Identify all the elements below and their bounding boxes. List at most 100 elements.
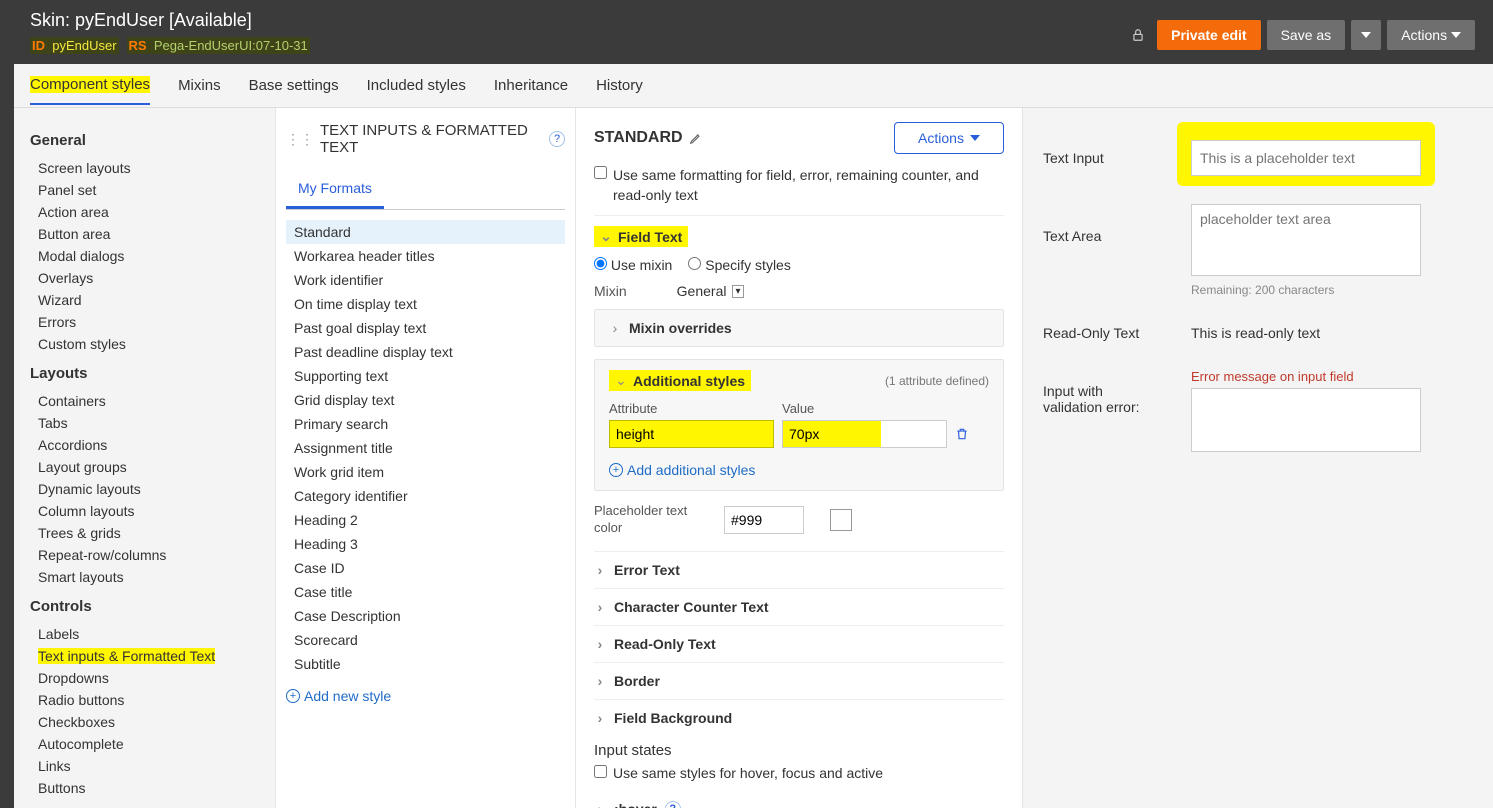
sidebar-item[interactable]: Accordions [38, 434, 267, 456]
acc-readonly[interactable]: ›Read-Only Text [594, 625, 1004, 662]
drag-icon: ⋮⋮ [286, 131, 314, 148]
sidebar-item[interactable]: Errors [38, 311, 267, 333]
radio-specify-styles[interactable]: Specify styles [688, 257, 790, 273]
sidebar-item[interactable]: Containers [38, 390, 267, 412]
save-as-button[interactable]: Save as [1267, 20, 1346, 50]
lock-icon[interactable] [1125, 22, 1151, 48]
add-additional-styles[interactable]: +Add additional styles [609, 462, 755, 478]
tab-inheritance[interactable]: Inheritance [494, 67, 568, 104]
preview-label-readonly: Read-Only Text [1043, 325, 1163, 341]
format-item[interactable]: Workarea header titles [286, 244, 565, 268]
sidebar-item-selected[interactable]: Text inputs & Formatted Text [38, 645, 267, 667]
acc-field-bg[interactable]: ›Field Background [594, 699, 1004, 736]
tab-history[interactable]: History [596, 67, 643, 104]
sidebar-item[interactable]: Modal dialogs [38, 245, 267, 267]
radio-use-mixin[interactable]: Use mixin [594, 257, 672, 273]
acc-char-counter[interactable]: ›Character Counter Text [594, 588, 1004, 625]
sidebar-item[interactable]: Wizard [38, 289, 267, 311]
sidebar-item[interactable]: Layout groups [38, 456, 267, 478]
tab-base-settings[interactable]: Base settings [249, 67, 339, 104]
format-item[interactable]: Scorecard [286, 628, 565, 652]
format-item[interactable]: Primary search [286, 412, 565, 436]
tab-included-styles[interactable]: Included styles [367, 67, 466, 104]
placeholder-color-input[interactable] [724, 506, 804, 534]
format-item[interactable]: On time display text [286, 292, 565, 316]
sidebar-item[interactable]: Column layouts [38, 500, 267, 522]
page-title: Skin: pyEndUser [Available] [30, 10, 310, 31]
format-item[interactable]: Past goal display text [286, 316, 565, 340]
private-edit-button[interactable]: Private edit [1157, 20, 1260, 50]
chevron-down-icon: ⌄ [615, 372, 627, 389]
id-value: pyEndUser [52, 38, 116, 53]
subtab-myformats[interactable]: My Formats [286, 170, 384, 209]
trash-icon[interactable] [955, 426, 969, 442]
acc-hover[interactable]: ›:hover ? [594, 791, 1004, 808]
preview-text-input[interactable] [1191, 140, 1421, 176]
format-item[interactable]: Standard [286, 220, 565, 244]
format-item[interactable]: Heading 3 [286, 532, 565, 556]
sidebar-item[interactable]: Smart layouts [38, 566, 267, 588]
sidebar-item[interactable]: Radio buttons [38, 689, 267, 711]
format-item[interactable]: Subtitle [286, 652, 565, 676]
sidebar-item[interactable]: Dynamic layouts [38, 478, 267, 500]
sidebar-item[interactable]: Panel set [38, 179, 267, 201]
sidebar-item[interactable]: Screen layouts [38, 157, 267, 179]
sidebar-item[interactable]: Dropdowns [38, 667, 267, 689]
actions-button[interactable]: Actions [1387, 20, 1475, 50]
format-list: Standard Workarea header titles Work ide… [286, 220, 565, 676]
sidebar-item[interactable]: Tabs [38, 412, 267, 434]
sidebar-item[interactable]: Labels [38, 623, 267, 645]
format-item[interactable]: Past deadline display text [286, 340, 565, 364]
use-same-formatting-checkbox[interactable] [594, 166, 607, 179]
format-item[interactable]: Case ID [286, 556, 565, 580]
format-item[interactable]: Supporting text [286, 364, 565, 388]
save-as-dropdown[interactable] [1351, 20, 1381, 50]
group-controls: Controls [30, 598, 267, 615]
sidebar-item[interactable]: Buttons [38, 777, 267, 799]
additional-styles-head[interactable]: ⌄Additional styles (1 attribute defined) [595, 360, 1003, 401]
help-icon[interactable]: ? [549, 131, 565, 147]
tab-mixins[interactable]: Mixins [178, 67, 221, 104]
section-field-text[interactable]: ⌄Field Text [594, 226, 1004, 247]
sidebar-item[interactable]: Repeat-row/columns [38, 544, 267, 566]
sidebar-item[interactable]: Button area [38, 223, 267, 245]
preview-readonly-value: This is read-only text [1191, 325, 1320, 341]
preview-error-input[interactable] [1191, 388, 1421, 452]
sidebar-item[interactable]: Custom styles [38, 333, 267, 355]
format-item[interactable]: Assignment title [286, 436, 565, 460]
format-item[interactable]: Category identifier [286, 484, 565, 508]
acc-border[interactable]: ›Border [594, 662, 1004, 699]
tab-component-styles[interactable]: Component styles [30, 66, 150, 105]
format-item[interactable]: Work identifier [286, 268, 565, 292]
sidebar-item[interactable]: Checkboxes [38, 711, 267, 733]
col-attribute: Attribute [609, 401, 774, 416]
acc-error-text[interactable]: ›Error Text [594, 551, 1004, 588]
attribute-value-input[interactable] [782, 420, 947, 448]
chevron-right-icon: › [594, 673, 606, 689]
edit-icon[interactable] [689, 131, 703, 145]
sidebar-item[interactable]: Overlays [38, 267, 267, 289]
format-item[interactable]: Case Description [286, 604, 565, 628]
add-new-style[interactable]: +Add new style [286, 688, 391, 704]
help-icon[interactable]: ? [665, 801, 681, 808]
rs-value: Pega-EndUserUI:07-10-31 [154, 38, 308, 53]
same-states-checkbox[interactable] [594, 765, 607, 778]
editor-actions-button[interactable]: Actions [894, 122, 1004, 154]
mixin-overrides-head[interactable]: ›Mixin overrides [595, 310, 1003, 346]
format-item[interactable]: Case title [286, 580, 565, 604]
format-item[interactable]: Heading 2 [286, 508, 565, 532]
sidebar-item[interactable]: Action area [38, 201, 267, 223]
format-item[interactable]: Grid display text [286, 388, 565, 412]
mixin-value[interactable]: General ▾ [677, 283, 744, 299]
preview-text-area[interactable] [1191, 204, 1421, 276]
preview-label-text-area: Text Area [1043, 204, 1163, 244]
editor-panel: STANDARD Actions Use same formatting for… [576, 108, 1023, 808]
sidebar-item[interactable]: Trees & grids [38, 522, 267, 544]
group-general: General [30, 132, 267, 149]
attribute-name-input[interactable] [609, 420, 774, 448]
sidebar-item[interactable]: Links [38, 755, 267, 777]
color-swatch[interactable] [830, 509, 852, 531]
sidebar-item[interactable]: Autocomplete [38, 733, 267, 755]
format-item[interactable]: Work grid item [286, 460, 565, 484]
main-tabs: Component styles Mixins Base settings In… [0, 64, 1493, 108]
